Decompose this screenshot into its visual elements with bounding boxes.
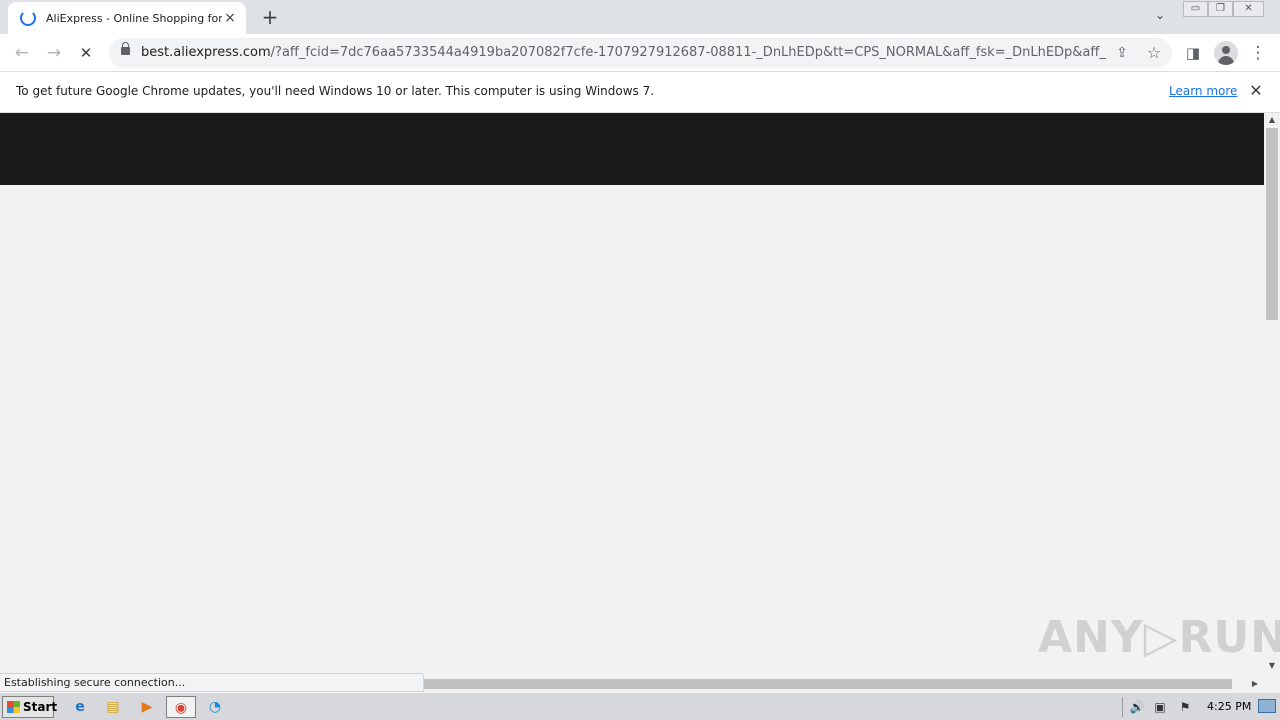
file-explorer-icon[interactable]: ▤ [100, 696, 126, 718]
status-bubble: Establishing secure connection... [0, 673, 424, 692]
loading-spinner-icon [20, 10, 36, 26]
menu-icon[interactable]: ⋮ [1247, 42, 1269, 64]
volume-icon[interactable]: 🔊 [1128, 698, 1146, 716]
tab-search-icon[interactable]: ⌄ [1150, 8, 1170, 26]
infobar-close-icon[interactable]: ✕ [1247, 82, 1265, 100]
tab-strip: AliExpress - Online Shopping for Popular… [0, 0, 1280, 34]
action-center-flag-icon[interactable]: ⚑ [1176, 698, 1194, 716]
page-content [0, 113, 1264, 673]
show-desktop-icon[interactable] [1258, 699, 1276, 713]
tab-close-icon[interactable]: × [222, 10, 238, 26]
start-button[interactable]: Start [2, 696, 58, 718]
url-host: best.aliexpress.com [141, 45, 271, 60]
site-header-bar [0, 113, 1264, 185]
side-panel-icon[interactable]: ◨ [1182, 42, 1204, 64]
lock-icon[interactable] [121, 42, 130, 55]
horizontal-scrollbar[interactable]: ▶ [424, 677, 1280, 691]
anyrun-watermark: ANY▷RUN [1038, 612, 1280, 663]
edge-icon[interactable]: ◔ [202, 696, 228, 718]
restore-icon[interactable]: ❐ [1208, 1, 1233, 17]
vertical-scroll-thumb[interactable] [1266, 128, 1278, 320]
url-text[interactable]: best.aliexpress.com/?aff_fcid=7dc76aa573… [141, 45, 1106, 60]
tab-title: AliExpress - Online Shopping for Popular… [46, 11, 222, 25]
share-icon[interactable]: ⇪ [1112, 43, 1132, 63]
infobar-message: To get future Google Chrome updates, you… [16, 84, 655, 98]
back-icon[interactable]: ← [10, 41, 34, 65]
update-infobar: To get future Google Chrome updates, you… [0, 72, 1280, 113]
tray-separator [1122, 697, 1123, 717]
scroll-up-icon[interactable]: ▲ [1264, 113, 1280, 127]
start-label: Start [23, 700, 58, 714]
internet-explorer-icon[interactable]: e [67, 696, 93, 718]
bookmark-star-icon[interactable]: ☆ [1144, 43, 1164, 63]
new-tab-icon[interactable]: + [259, 6, 281, 28]
horizontal-scroll-thumb[interactable] [424, 679, 1232, 689]
address-bar[interactable]: best.aliexpress.com/?aff_fcid=7dc76aa573… [109, 38, 1172, 68]
browser-toolbar: ← → ✕ best.aliexpress.com/?aff_fcid=7dc7… [0, 34, 1280, 72]
windows-logo-icon [7, 701, 20, 713]
media-player-icon[interactable]: ▶ [134, 696, 160, 718]
minimize-icon[interactable]: ▭ [1183, 1, 1208, 17]
stop-loading-icon[interactable]: ✕ [74, 41, 98, 65]
network-icon[interactable]: ▣ [1151, 698, 1169, 716]
tab-aliexpress[interactable]: AliExpress - Online Shopping for Popular… [8, 2, 246, 34]
learn-more-link[interactable]: Learn more [1169, 84, 1237, 98]
taskbar-clock[interactable]: 4:25 PM [1207, 700, 1251, 713]
vertical-scrollbar[interactable]: ▲ ▼ [1264, 113, 1280, 673]
windows-taskbar: Start e ▤ ▶ ◉ ◔ 🔊 ▣ ⚑ 4:25 PM [0, 692, 1280, 720]
forward-icon[interactable]: → [42, 41, 66, 65]
chrome-icon[interactable]: ◉ [166, 696, 196, 718]
url-path: /?aff_fcid=7dc76aa5733544a4919ba207082f7… [270, 45, 1106, 60]
profile-avatar-icon[interactable] [1214, 41, 1238, 65]
window-close-icon[interactable]: ✕ [1233, 1, 1264, 17]
scroll-right-icon[interactable]: ▶ [1248, 677, 1262, 691]
